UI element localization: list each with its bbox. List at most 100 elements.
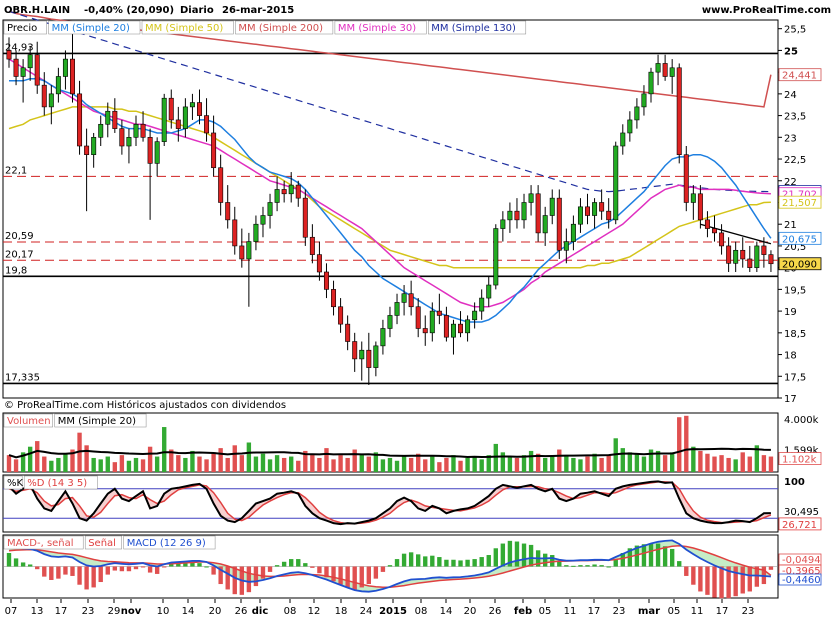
candle-body [458,323,464,334]
x-tick-label: 26 [235,606,248,617]
macd-histogram-bar [98,566,103,583]
candle-body [704,219,710,229]
macd-histogram-bar [274,565,280,567]
x-tick-label: 08 [284,606,297,617]
candle-body [443,315,449,338]
candle-body [211,132,217,169]
y-tick-label: 4.000k [784,415,819,426]
candle-body [570,223,576,242]
macd-histogram-bar [416,554,421,567]
candle-body [281,189,287,195]
candle-body [126,137,132,147]
candle-body [345,323,351,342]
y-tick-label: 21 [784,220,797,231]
candle-body [726,245,732,264]
legend-item: Precio [7,23,37,34]
candle-body [733,249,739,264]
macd-histogram-bar [13,558,19,567]
volume-bar [13,459,19,472]
macd-histogram-bar [289,559,294,567]
x-tick-label: 18 [335,606,348,617]
candle-body [549,197,555,216]
x-tick-label: 07 [5,606,18,617]
candle-body [133,123,139,138]
candle-body [260,215,266,225]
macd-histogram-bar [366,566,371,585]
macd-histogram-bar [380,566,386,572]
volume-bar [408,457,414,472]
legend-item: MM (Simple 20) [52,23,130,34]
candle-body [41,84,47,108]
macd-histogram-bar [599,565,604,567]
macd-histogram-bar [571,565,576,567]
macd-histogram-bar [204,566,209,568]
macd-histogram-bar [500,543,506,567]
candle-body [683,154,689,203]
macd-histogram-bar [514,541,520,567]
candle-body [77,93,83,147]
volume-panel[interactable]: Volumen MM (Simple 20) 4.000k1.599k1.102k [2,412,822,473]
stochastic-panel[interactable]: %K %D (14 3 5) 100 30,495 26,721 [2,474,822,533]
volume-bar [726,457,731,472]
macd-histogram-bar [521,543,527,567]
candle-body [295,184,301,199]
candle-body [479,297,485,312]
macd-histogram-bar [691,566,696,585]
legend-item: %D (14 3 5) [27,478,87,489]
value-tag: 26,721 [782,520,817,531]
macd-histogram-bar [648,543,654,567]
x-tick-label: 2015 [379,606,407,617]
volume-bar [669,452,675,472]
value-tag: 20,675 [782,234,817,245]
volume-bar [225,457,230,472]
candle-body [387,315,393,329]
price-frame [2,19,779,399]
candle-body [634,106,640,121]
candle-body [232,219,238,247]
macd-histogram-bar [133,566,139,570]
volume-bar [578,459,583,472]
x-tick-label: mar [638,606,660,617]
macd-histogram-bar [345,566,350,588]
volume-bar [606,455,611,472]
volume-bar [183,457,188,472]
volume-bar [458,460,463,472]
volume-bar [119,455,125,472]
volume-bar [281,457,287,472]
legend-item: Volumen [7,416,51,427]
candle-body [175,119,181,129]
volume-bar [345,457,350,472]
volume-bar [162,427,167,472]
y-tick-label: 18,5 [784,329,806,340]
x-tick-label: 05 [668,606,681,617]
volume-bar [359,453,364,472]
value-tag: 21,507 [782,198,817,209]
candle-body [493,228,499,286]
legend-item: Señal [88,538,116,549]
volume-bar [112,462,118,472]
macd-panel[interactable]: MACD-, señal Señal MACD (12 26 9) -0,0494 -0… [2,534,822,599]
level-label: 17,335 [5,372,40,383]
volume-bar [211,452,216,472]
stoch-frame [2,474,779,533]
macd-histogram-bar [486,555,491,567]
volume-bar [260,453,266,472]
macd-histogram-bar [677,561,682,567]
volume-bar [719,455,724,472]
volume-bar [140,459,146,472]
macd-histogram-bar [84,566,89,590]
candle-body [592,202,598,216]
site-label: www.ProRealTime.com [702,5,831,16]
legend-item: MM (Simple 30) [338,23,416,34]
macd-histogram-bar [408,552,414,567]
volume-bar [768,456,774,472]
volume-bar [564,455,569,472]
macd-histogram-bar [458,560,463,567]
y-tick-label: 25,5 [784,25,806,36]
candle-body [620,132,626,147]
y-tick-label: 17,5 [784,372,806,383]
price-panel[interactable]: Precio MM (Simple 20) MM (Simple 50) MM (Si… [2,10,822,405]
chart-canvas: Precio MM (Simple 20) MM (Simple 50) MM (Si… [2,5,831,617]
volume-bar [380,459,386,472]
x-tick-label: 24 [360,606,373,617]
